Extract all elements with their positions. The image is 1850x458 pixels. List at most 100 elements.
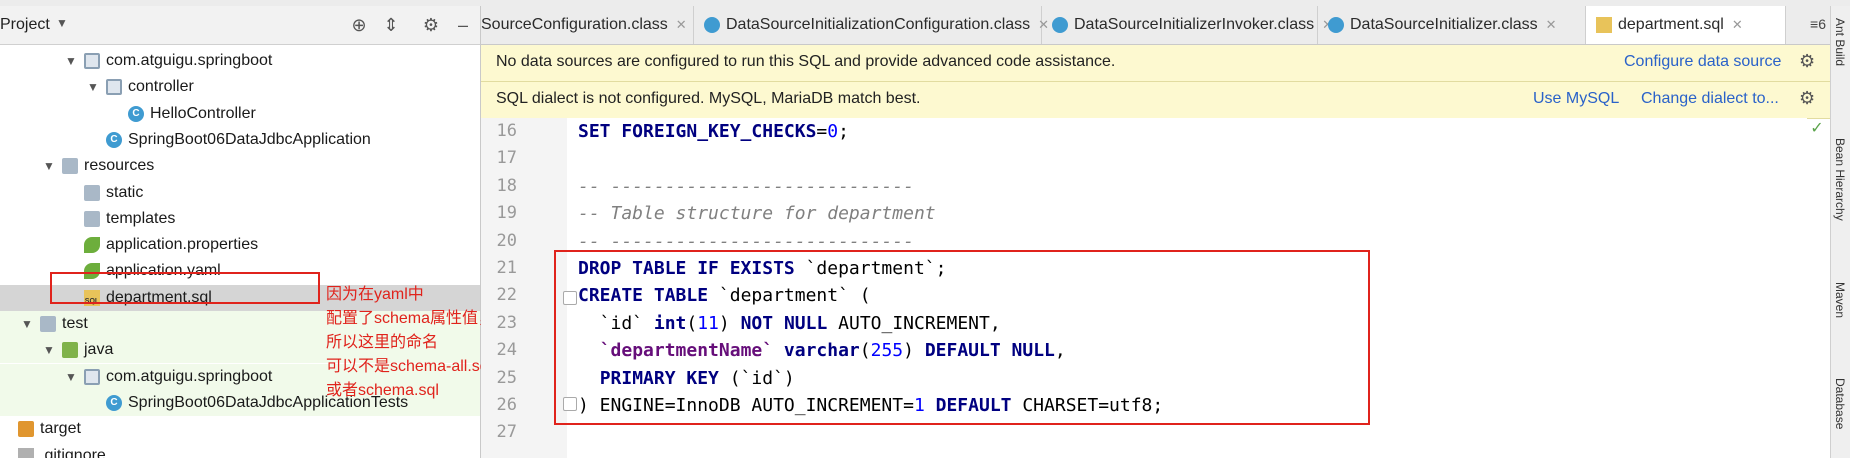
code-line[interactable]: -- ----------------------------: [578, 176, 914, 197]
folder-icon: [84, 184, 100, 201]
checkmark-icon: ✓: [1810, 120, 1824, 137]
tree-item-label: target: [40, 420, 81, 438]
annotation-line: 或者schema.sql: [326, 382, 439, 399]
spring-class-icon: C: [106, 394, 122, 411]
sql-file-icon: [1596, 16, 1612, 33]
chevron-down-icon[interactable]: ▼: [86, 74, 100, 100]
tree-item-label: SpringBoot06DataJdbcApplication: [128, 130, 371, 148]
tree-item-label: application.properties: [106, 236, 259, 254]
editor-tab-bar: SourceConfiguration.class ✕ DataSourceInit…: [481, 6, 1830, 45]
tree-item-label: controller: [128, 78, 194, 96]
line-number: 22: [496, 285, 517, 306]
tree-item[interactable]: C HelloController: [0, 101, 480, 127]
configure-datasource-link[interactable]: Configure data source: [1624, 53, 1781, 71]
tree-item[interactable]: target: [0, 416, 480, 442]
right-tool-label[interactable]: Database: [1833, 378, 1847, 429]
dialect-warning-banner: SQL dialect is not configured. MySQL, Ma…: [481, 82, 1830, 119]
tree-item-label: com.atguigu.springboot: [106, 52, 273, 69]
dialect-warning-text: SQL dialect is not configured. MySQL, Ma…: [496, 90, 921, 107]
tree-item[interactable]: templates: [0, 206, 480, 232]
editor-tab-label: DataSourceInitializationConfiguration.cl…: [726, 16, 1031, 33]
line-number: 18: [496, 175, 517, 196]
package-icon: [106, 79, 122, 96]
right-tool-label[interactable]: Maven: [1833, 282, 1847, 318]
editor-tab-label: SourceConfiguration.class: [481, 16, 668, 33]
folder-icon: [40, 316, 56, 332]
code-line[interactable]: -- ----------------------------: [578, 231, 914, 252]
editor-tab[interactable]: SourceConfiguration.class ✕: [481, 6, 694, 44]
right-tool-label[interactable]: Bean Hierarchy: [1833, 138, 1847, 221]
right-tool-strip: Ant Build Bean Hierarchy Maven Database: [1830, 6, 1850, 458]
tree-item-label: templates: [106, 209, 176, 227]
gear-icon[interactable]: ⚙: [420, 14, 442, 36]
editor-tab[interactable]: DataSourceInitializerInvoker.class✕: [1042, 6, 1333, 44]
tree-item[interactable]: ▼ com.atguigu.springboot: [0, 48, 480, 74]
editor-tab[interactable]: DataSourceInitializer.class ✕: [1318, 6, 1586, 44]
orange-folder-icon: [18, 421, 34, 438]
editor-tab-label: DataSourceInitializer.class: [1350, 16, 1538, 33]
fold-marker-icon[interactable]: [563, 397, 577, 411]
hide-icon[interactable]: –: [452, 14, 474, 36]
code-token: ;: [838, 121, 849, 142]
code-line[interactable]: -- Table structure for department: [578, 203, 936, 224]
tree-item-label: resources: [84, 157, 155, 175]
code-line[interactable]: SET FOREIGN_KEY_CHECKS=0;: [578, 121, 849, 142]
collapse-all-icon[interactable]: ⇕: [380, 14, 402, 36]
code-token: =: [816, 121, 828, 142]
spring-leaf-icon: [84, 237, 100, 254]
fold-marker-icon[interactable]: [563, 291, 577, 305]
tree-item[interactable]: ▼ resources: [0, 153, 480, 179]
tab-overflow-icon[interactable]: ≡6: [1810, 16, 1826, 32]
tree-item[interactable]: ▼ controller: [0, 74, 480, 100]
line-number: 27: [496, 422, 517, 443]
gear-icon[interactable]: ⚙: [1799, 51, 1815, 72]
editor-tab-label: department.sql: [1618, 16, 1724, 33]
locate-icon[interactable]: ⊕: [348, 14, 370, 36]
code-token: -- ----------------------------: [578, 175, 914, 197]
close-icon[interactable]: ✕: [1546, 17, 1557, 32]
use-mysql-link[interactable]: Use MySQL: [1533, 90, 1619, 108]
chevron-down-icon[interactable]: ▼: [64, 364, 78, 390]
line-number: 24: [496, 340, 517, 361]
tree-item[interactable]: static: [0, 180, 480, 206]
close-icon[interactable]: ✕: [676, 17, 687, 32]
project-title[interactable]: Project: [0, 16, 50, 34]
tree-item-label: test: [62, 315, 88, 332]
line-number: 19: [496, 203, 517, 224]
tree-item[interactable]: C SpringBoot06DataJdbcApplication: [0, 127, 480, 153]
editor-tab[interactable]: department.sql ✕: [1586, 6, 1786, 44]
close-icon[interactable]: ✕: [1732, 17, 1743, 32]
chevron-down-icon[interactable]: ▼: [56, 16, 68, 30]
change-dialect-link[interactable]: Change dialect to...: [1641, 90, 1779, 108]
tree-item-label: static: [106, 183, 144, 201]
line-number: 20: [496, 230, 517, 251]
folder-icon: [84, 210, 100, 227]
annotation-line: 可以不是schema-all.sql: [326, 358, 493, 375]
chevron-down-icon[interactable]: ▼: [20, 311, 34, 337]
class-icon: [1052, 16, 1068, 33]
project-header: Project ▼ ⊕ ⇕ ⚙ –: [0, 6, 480, 45]
package-icon: [84, 53, 100, 69]
tree-item[interactable]: .gitignore: [0, 443, 480, 458]
gear-icon[interactable]: ⚙: [1799, 88, 1815, 109]
spring-class-icon: C: [106, 131, 122, 148]
tree-item-label: HelloController: [150, 104, 256, 122]
chevron-down-icon[interactable]: ▼: [42, 337, 56, 363]
right-tool-label[interactable]: Ant Build: [1833, 18, 1847, 66]
annotation-line: 所以这里的命名: [326, 334, 439, 351]
highlight-box-file: [50, 272, 320, 304]
editor-tab-label: DataSourceInitializerInvoker.class: [1074, 16, 1315, 33]
green-folder-icon: [62, 342, 78, 359]
datasource-warning-banner: No data sources are configured to run th…: [481, 45, 1830, 82]
tree-item[interactable]: application.properties: [0, 232, 480, 258]
tree-item-label: com.atguigu.springboot: [106, 367, 273, 385]
highlight-box-code: [554, 250, 1370, 425]
code-token: -- ----------------------------: [578, 230, 914, 252]
chevron-down-icon[interactable]: ▼: [42, 153, 56, 179]
class-icon: C: [128, 105, 144, 122]
datasource-warning-text: No data sources are configured to run th…: [496, 53, 1116, 70]
annotation-line: 因为在yaml中: [326, 286, 424, 303]
chevron-down-icon[interactable]: ▼: [64, 48, 78, 74]
editor-tab[interactable]: DataSourceInitializationConfiguration.cl…: [694, 6, 1049, 44]
annotation-line: 配置了schema属性值，: [326, 310, 495, 327]
